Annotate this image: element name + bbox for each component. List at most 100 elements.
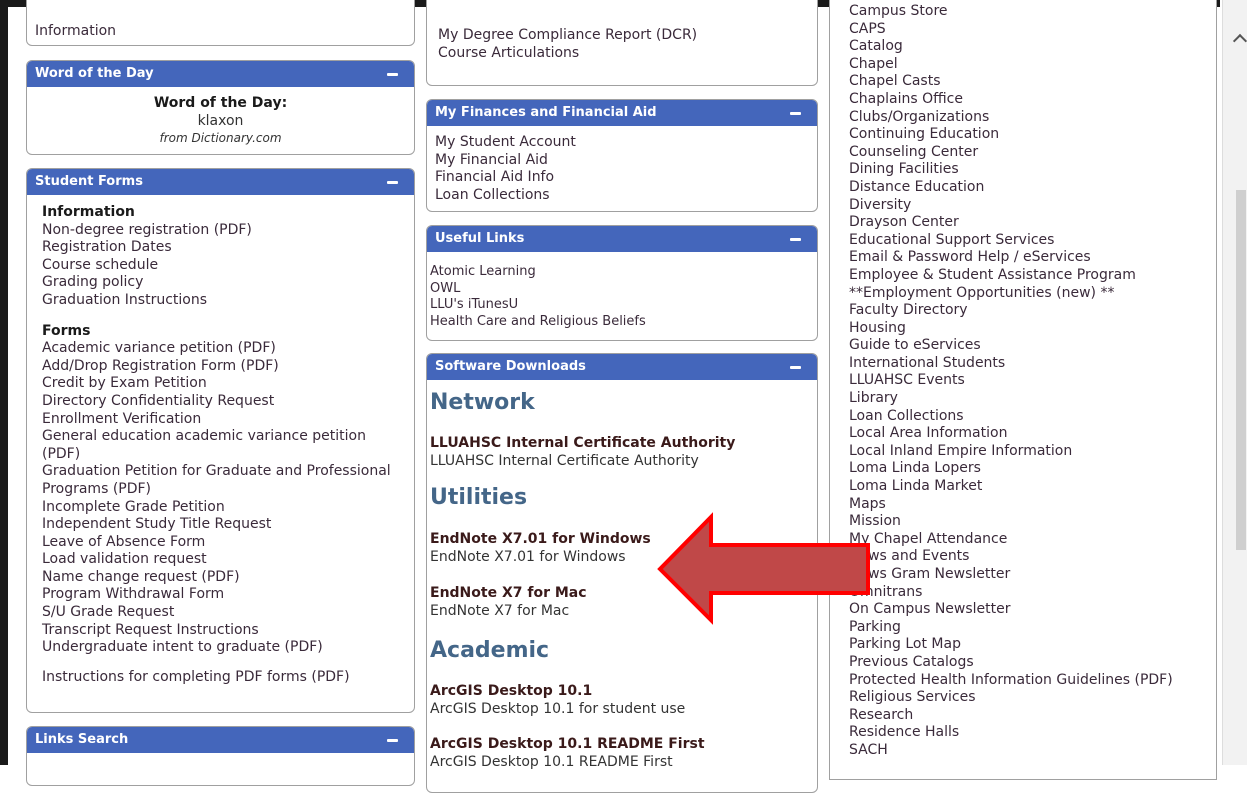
campus-link[interactable]: LLUAHSC Events: [849, 372, 1173, 390]
word-of-day-word[interactable]: klaxon: [27, 113, 414, 131]
campus-link[interactable]: Housing: [849, 320, 1173, 338]
campus-link[interactable]: Chapel: [849, 56, 1173, 74]
campus-link[interactable]: Catalog: [849, 38, 1173, 56]
campus-link[interactable]: Mission: [849, 513, 1173, 531]
student-forms-info-link[interactable]: Registration Dates: [42, 239, 391, 257]
dcr-link[interactable]: My Degree Compliance Report (DCR): [438, 27, 697, 43]
campus-link[interactable]: News Gram Newsletter: [849, 566, 1173, 584]
campus-links-list: Campus Store CAPS Catalog Chapel Chapel …: [849, 3, 1173, 760]
minus-icon[interactable]: [790, 112, 801, 115]
arcgis-readme-title[interactable]: ArcGIS Desktop 10.1 README First: [430, 735, 705, 753]
campus-link[interactable]: Diversity: [849, 197, 1173, 215]
student-forms-form-link[interactable]: Add/Drop Registration Form (PDF): [42, 358, 391, 376]
pdf-instructions-link[interactable]: Instructions for completing PDF forms (P…: [42, 669, 391, 687]
student-forms-form-link[interactable]: Leave of Absence Form: [42, 534, 391, 552]
campus-link[interactable]: Previous Catalogs: [849, 654, 1173, 672]
student-forms-info-link[interactable]: Graduation Instructions: [42, 292, 391, 310]
student-forms-form-link[interactable]: Independent Study Title Request: [42, 516, 391, 534]
campus-link[interactable]: Employee & Student Assistance Program: [849, 267, 1173, 285]
useful-link[interactable]: Health Care and Religious Beliefs: [430, 314, 646, 331]
campus-link[interactable]: Guide to eServices: [849, 337, 1173, 355]
campus-link[interactable]: Distance Education: [849, 179, 1173, 197]
endnote-mac-title[interactable]: EndNote X7 for Mac: [430, 584, 587, 602]
campus-link[interactable]: Chapel Casts: [849, 73, 1173, 91]
campus-link[interactable]: Educational Support Services: [849, 232, 1173, 250]
finances-panel: My Finances and Financial Aid My Student…: [426, 99, 818, 212]
useful-links-header-title: Useful Links: [435, 231, 525, 246]
student-forms-form-link[interactable]: Transcript Request Instructions: [42, 622, 391, 640]
student-forms-info-link[interactable]: Course schedule: [42, 257, 391, 275]
arcgis-title[interactable]: ArcGIS Desktop 10.1: [430, 682, 592, 700]
links-search-header: Links Search: [27, 727, 414, 753]
student-forms-form-link[interactable]: Name change request (PDF): [42, 569, 391, 587]
minus-icon[interactable]: [387, 181, 398, 184]
course-articulations-link[interactable]: Course Articulations: [438, 45, 579, 61]
campus-link[interactable]: Loma Linda Lopers: [849, 460, 1173, 478]
campus-link[interactable]: Drayson Center: [849, 214, 1173, 232]
cert-authority-title[interactable]: LLUAHSC Internal Certificate Authority: [430, 434, 735, 452]
student-forms-info-link[interactable]: Non-degree registration (PDF): [42, 222, 391, 240]
word-of-day-header: Word of the Day: [27, 61, 414, 87]
useful-link[interactable]: LLU's iTunesU: [430, 297, 646, 314]
student-forms-form-link[interactable]: S/U Grade Request: [42, 604, 391, 622]
campus-link[interactable]: SACH: [849, 742, 1173, 760]
useful-link[interactable]: OWL: [430, 281, 646, 298]
campus-link[interactable]: Religious Services: [849, 689, 1173, 707]
student-forms-form-link[interactable]: Program Withdrawal Form: [42, 586, 391, 604]
campus-link[interactable]: News and Events: [849, 548, 1173, 566]
word-of-day-source[interactable]: from Dictionary.com: [27, 130, 414, 148]
student-forms-form-link[interactable]: Load validation request: [42, 551, 391, 569]
word-of-day-body: Word of the Day: klaxon from Dictionary.…: [27, 87, 414, 148]
useful-link[interactable]: Atomic Learning: [430, 264, 646, 281]
campus-link[interactable]: Parking Lot Map: [849, 636, 1173, 654]
information-link[interactable]: Information: [35, 23, 116, 39]
finance-link[interactable]: My Student Account: [435, 134, 576, 152]
campus-link[interactable]: Parking: [849, 619, 1173, 637]
student-forms-form-link[interactable]: Academic variance petition (PDF): [42, 340, 391, 358]
campus-link[interactable]: Faculty Directory: [849, 302, 1173, 320]
campus-link[interactable]: On Campus Newsletter: [849, 601, 1173, 619]
campus-link[interactable]: Maps: [849, 496, 1173, 514]
campus-link[interactable]: Library: [849, 390, 1173, 408]
finance-link[interactable]: Financial Aid Info: [435, 169, 576, 187]
campus-link[interactable]: Campus Store: [849, 3, 1173, 21]
endnote-windows-title[interactable]: EndNote X7.01 for Windows: [430, 530, 651, 548]
finance-link[interactable]: My Financial Aid: [435, 152, 576, 170]
campus-link[interactable]: Research: [849, 707, 1173, 725]
student-forms-form-link[interactable]: Undergraduate intent to graduate (PDF): [42, 639, 391, 657]
student-forms-info-link[interactable]: Grading policy: [42, 274, 391, 292]
minus-icon[interactable]: [790, 366, 801, 369]
campus-link[interactable]: Counseling Center: [849, 144, 1173, 162]
minus-icon[interactable]: [790, 238, 801, 241]
campus-link[interactable]: Omnitrans: [849, 584, 1173, 602]
campus-link[interactable]: Loan Collections: [849, 408, 1173, 426]
campus-link[interactable]: Continuing Education: [849, 126, 1173, 144]
student-forms-form-link[interactable]: General education academic variance peti…: [42, 428, 391, 446]
student-forms-form-link[interactable]: Directory Confidentiality Request: [42, 393, 391, 411]
student-forms-form-link[interactable]: Programs (PDF): [42, 481, 391, 499]
campus-link[interactable]: International Students: [849, 355, 1173, 373]
campus-link[interactable]: Protected Health Information Guidelines …: [849, 672, 1173, 690]
student-forms-form-link[interactable]: Graduation Petition for Graduate and Pro…: [42, 463, 391, 481]
campus-link[interactable]: Loma Linda Market: [849, 478, 1173, 496]
campus-link[interactable]: Residence Halls: [849, 724, 1173, 742]
campus-link[interactable]: My Chapel Attendance: [849, 531, 1173, 549]
campus-link[interactable]: Local Area Information: [849, 425, 1173, 443]
campus-link[interactable]: Email & Password Help / eServices: [849, 249, 1173, 267]
minus-icon[interactable]: [387, 73, 398, 76]
student-forms-form-link[interactable]: Incomplete Grade Petition: [42, 499, 391, 517]
student-forms-form-link[interactable]: Credit by Exam Petition: [42, 375, 391, 393]
campus-link[interactable]: Chaplains Office: [849, 91, 1173, 109]
campus-link[interactable]: Dining Facilities: [849, 161, 1173, 179]
minus-icon[interactable]: [387, 739, 398, 742]
campus-link[interactable]: **Employment Opportunities (new) **: [849, 285, 1173, 303]
scrollbar-thumb[interactable]: [1236, 190, 1246, 550]
finance-link[interactable]: Loan Collections: [435, 187, 576, 205]
student-forms-form-link[interactable]: (PDF): [42, 446, 391, 464]
student-forms-form-link[interactable]: Enrollment Verification: [42, 411, 391, 429]
campus-link[interactable]: Clubs/Organizations: [849, 109, 1173, 127]
campus-link[interactable]: Local Inland Empire Information: [849, 443, 1173, 461]
campus-links-panel: Campus Store CAPS Catalog Chapel Chapel …: [829, 0, 1217, 780]
links-search-panel: Links Search: [26, 726, 415, 786]
campus-link[interactable]: CAPS: [849, 21, 1173, 39]
